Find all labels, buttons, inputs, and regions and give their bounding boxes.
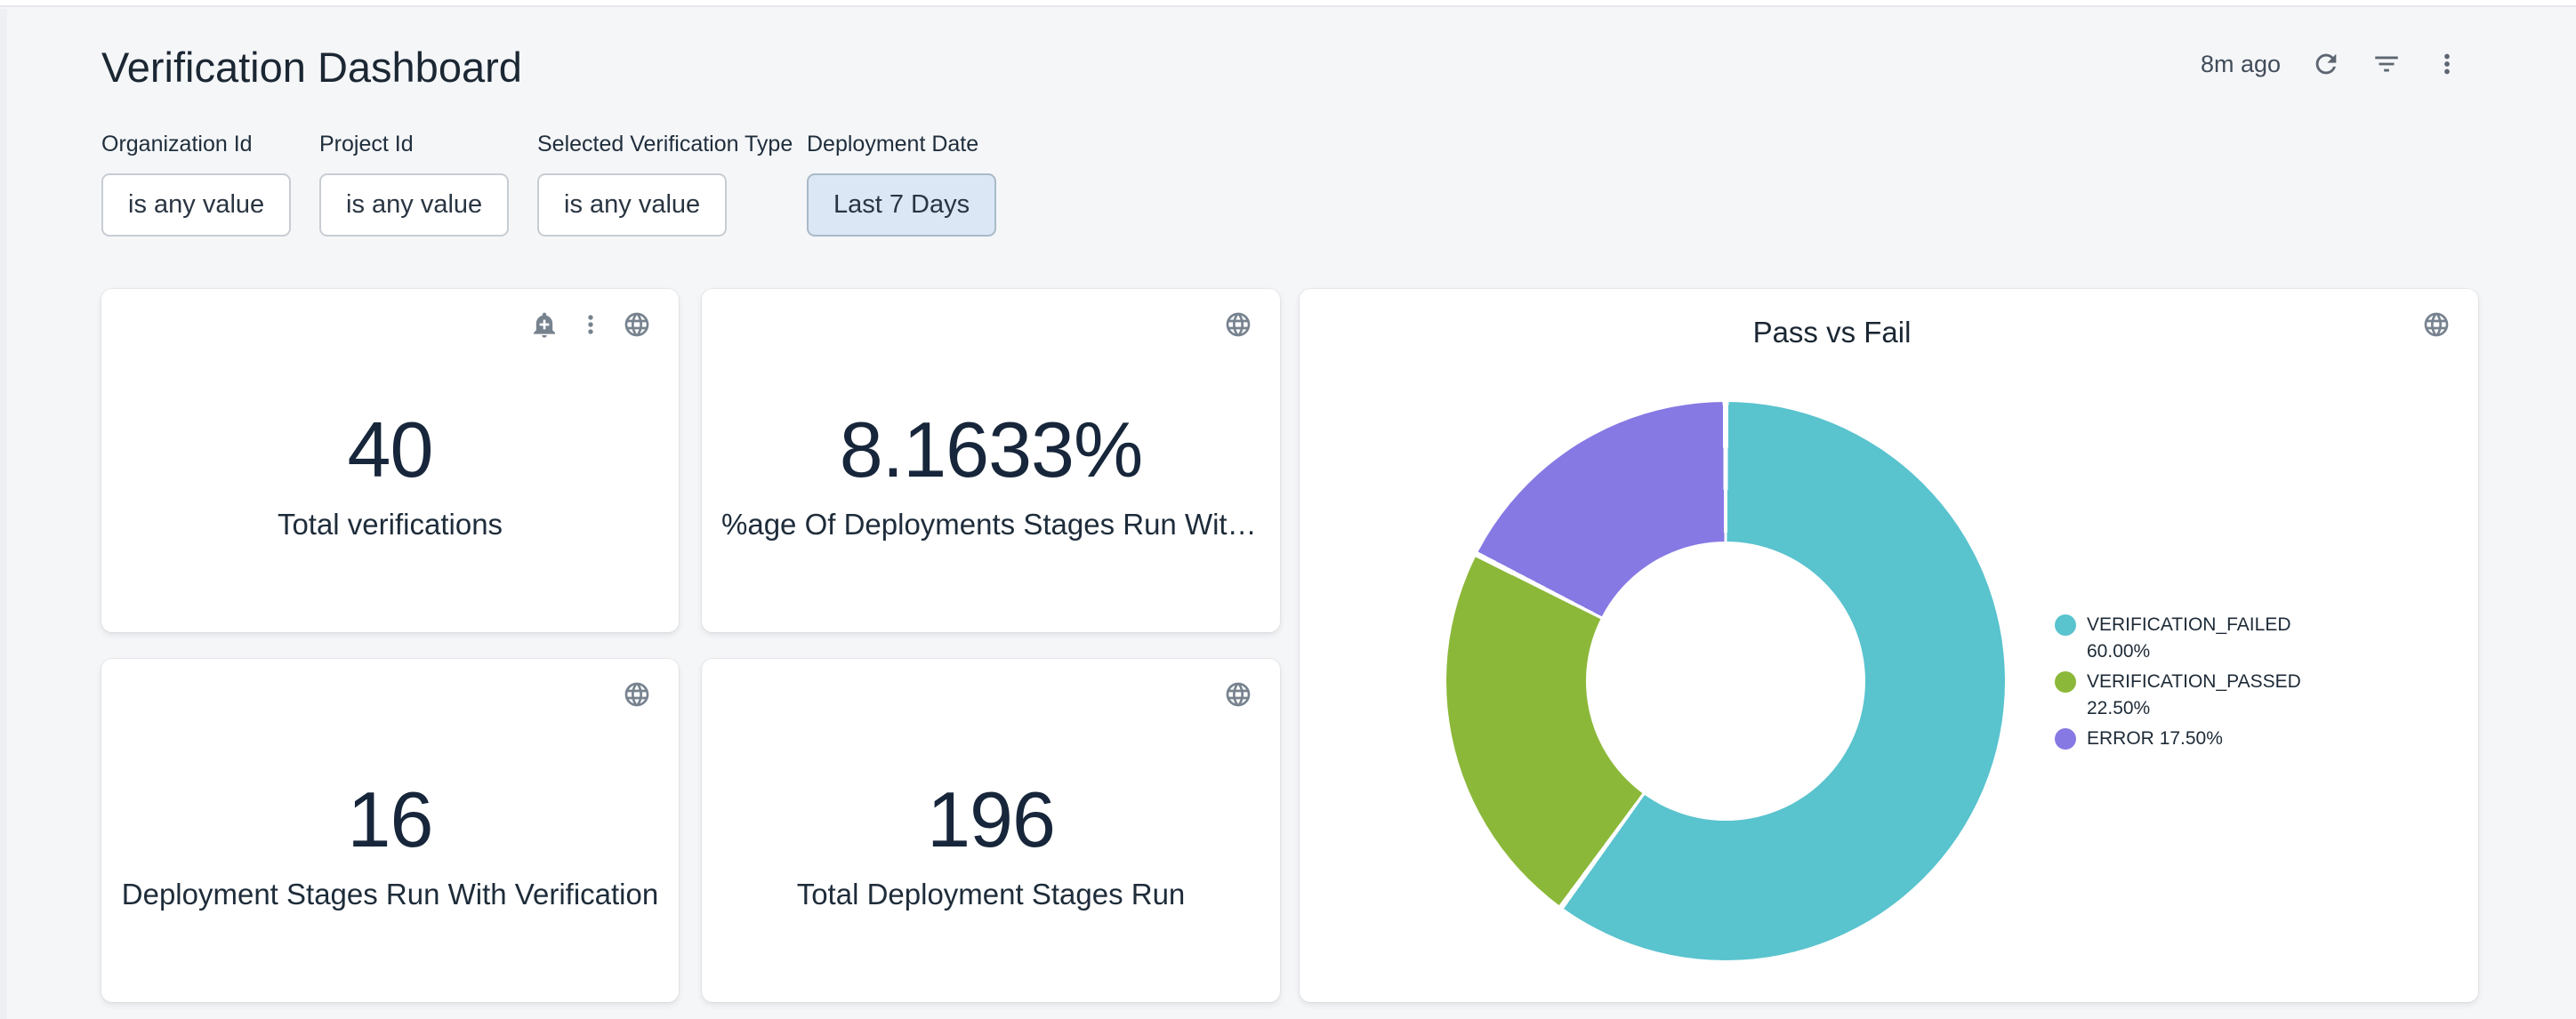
globe-icon[interactable] bbox=[1224, 310, 1252, 339]
tile-total-deployment-stages-run: 196 Total Deployment Stages Run bbox=[702, 659, 1280, 1002]
chart-legend: VERIFICATION_FAILED 60.00% VERIFICATION_… bbox=[2055, 612, 2322, 756]
tile-total-verifications: 40 Total verifications bbox=[101, 289, 679, 632]
refresh-icon[interactable] bbox=[2311, 49, 2341, 79]
legend-item-error[interactable]: ERROR 17.50% bbox=[2055, 726, 2322, 752]
filter-label: Project Id bbox=[319, 132, 509, 157]
globe-icon[interactable] bbox=[1224, 680, 1252, 709]
tile-label: Deployment Stages Run With Verification bbox=[121, 878, 659, 911]
window-left-edge bbox=[0, 9, 7, 1019]
tile-value: 8.1633% bbox=[702, 405, 1280, 495]
filter-deployment-date: Deployment Date Last 7 Days bbox=[807, 132, 996, 237]
more-vert-icon[interactable] bbox=[2432, 49, 2462, 79]
add-alert-icon[interactable] bbox=[530, 310, 559, 339]
last-refresh-timestamp: 8m ago bbox=[2201, 51, 2281, 78]
filter-value-button[interactable]: is any value bbox=[537, 173, 727, 237]
filter-label: Deployment Date bbox=[807, 132, 996, 157]
tile-more-vert-icon[interactable] bbox=[576, 310, 605, 339]
donut-chart[interactable] bbox=[1446, 402, 2005, 960]
filter-value-button[interactable]: is any value bbox=[101, 173, 291, 237]
dashboard-header-actions: 8m ago bbox=[2201, 49, 2462, 79]
window-top-edge bbox=[0, 0, 2576, 7]
tile-value: 40 bbox=[101, 405, 679, 495]
filter-label: Selected Verification Type bbox=[537, 132, 793, 157]
filter-value-button[interactable]: is any value bbox=[319, 173, 509, 237]
tile-label: %age Of Deployments Stages Run With V… bbox=[721, 508, 1260, 542]
filter-value-button[interactable]: Last 7 Days bbox=[807, 173, 996, 237]
legend-label: VERIFICATION_FAILED 60.00% bbox=[2087, 612, 2314, 665]
globe-icon[interactable] bbox=[623, 680, 651, 709]
filter-selected-verification-type: Selected Verification Type is any value bbox=[537, 132, 793, 237]
chart-pass-vs-fail: Pass vs Fail VERIFICATION_FAILED 60.00% … bbox=[1300, 289, 2478, 1002]
legend-item-verification-passed[interactable]: VERIFICATION_PASSED 22.50% bbox=[2055, 669, 2322, 722]
globe-icon[interactable] bbox=[623, 310, 651, 339]
tile-label: Total Deployment Stages Run bbox=[721, 878, 1260, 911]
page-title: Verification Dashboard bbox=[101, 43, 522, 92]
legend-dot bbox=[2055, 671, 2076, 693]
legend-dot bbox=[2055, 614, 2076, 636]
filter-organization-id: Organization Id is any value bbox=[101, 132, 291, 237]
filter-project-id: Project Id is any value bbox=[319, 132, 509, 237]
chart-title: Pass vs Fail bbox=[1300, 316, 2364, 349]
legend-label: ERROR 17.50% bbox=[2087, 726, 2314, 752]
tile-value: 16 bbox=[101, 774, 679, 865]
legend-label: VERIFICATION_PASSED 22.50% bbox=[2087, 669, 2314, 722]
legend-item-verification-failed[interactable]: VERIFICATION_FAILED 60.00% bbox=[2055, 612, 2322, 665]
globe-icon[interactable] bbox=[2422, 310, 2451, 339]
tile-value: 196 bbox=[702, 774, 1280, 865]
filter-label: Organization Id bbox=[101, 132, 291, 157]
legend-dot bbox=[2055, 728, 2076, 750]
tile-pct-deployment-stages-with-verification: 8.1633% %age Of Deployments Stages Run W… bbox=[702, 289, 1280, 632]
dashboard-filters-icon[interactable] bbox=[2371, 49, 2402, 79]
tile-deployment-stages-run-with-verification: 16 Deployment Stages Run With Verificati… bbox=[101, 659, 679, 1002]
tile-label: Total verifications bbox=[121, 508, 659, 542]
